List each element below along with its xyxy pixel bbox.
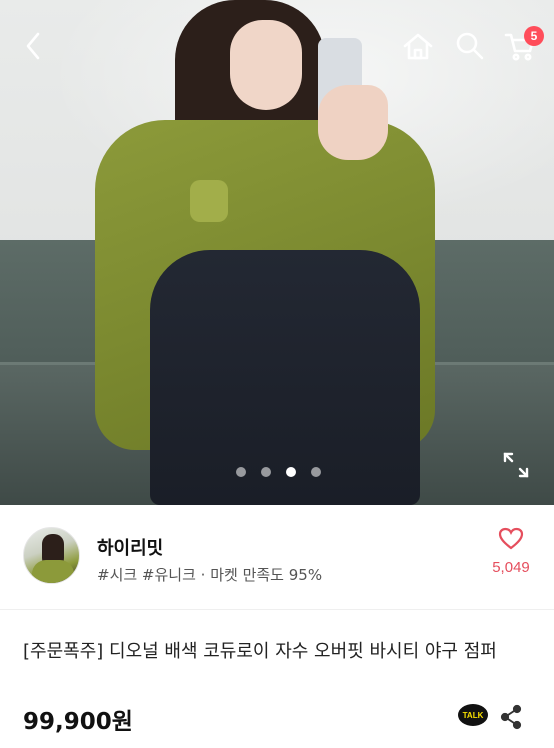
like-button[interactable]: 5,049 bbox=[482, 527, 540, 587]
image-model-face bbox=[230, 20, 302, 110]
cart-icon: 5 bbox=[504, 26, 544, 66]
avatar-body bbox=[32, 560, 74, 583]
talk-button[interactable]: TALK bbox=[458, 704, 488, 730]
product-price: 99,900원 bbox=[23, 709, 133, 735]
pagination-dot[interactable] bbox=[261, 467, 271, 477]
cart-button[interactable]: 5 bbox=[500, 26, 544, 68]
heart-icon bbox=[498, 527, 524, 555]
shop-info-row[interactable]: 하이리밋 #시크 #유니크 · 마켓 만족도 95% 5,049 bbox=[0, 505, 554, 610]
expand-image-button[interactable] bbox=[500, 449, 532, 481]
expand-icon bbox=[500, 452, 532, 485]
back-arrow-icon bbox=[23, 31, 45, 65]
product-image[interactable] bbox=[0, 0, 554, 505]
image-jacket-patch bbox=[190, 180, 228, 222]
back-button[interactable] bbox=[14, 28, 54, 68]
home-icon bbox=[402, 31, 434, 65]
like-count: 5,049 bbox=[492, 559, 530, 576]
image-hand bbox=[318, 85, 388, 160]
shop-meta: #시크 #유니크 · 마켓 만족도 95% bbox=[97, 566, 323, 584]
home-button[interactable] bbox=[398, 28, 438, 68]
share-icon bbox=[498, 704, 524, 734]
share-button[interactable] bbox=[498, 704, 524, 730]
shop-name[interactable]: 하이리밋 bbox=[97, 534, 163, 560]
image-pagination bbox=[236, 467, 321, 477]
shop-avatar[interactable] bbox=[23, 527, 80, 584]
cart-count-badge: 5 bbox=[524, 26, 544, 46]
talk-icon: TALK bbox=[458, 704, 488, 726]
product-title: [주문폭주] 디오널 배색 코듀로이 자수 오버핏 바시티 야구 점퍼 bbox=[23, 641, 497, 662]
search-button[interactable] bbox=[450, 28, 490, 68]
pagination-dot-active[interactable] bbox=[286, 467, 296, 477]
search-icon bbox=[455, 31, 485, 65]
pagination-dot[interactable] bbox=[311, 467, 321, 477]
pagination-dot[interactable] bbox=[236, 467, 246, 477]
